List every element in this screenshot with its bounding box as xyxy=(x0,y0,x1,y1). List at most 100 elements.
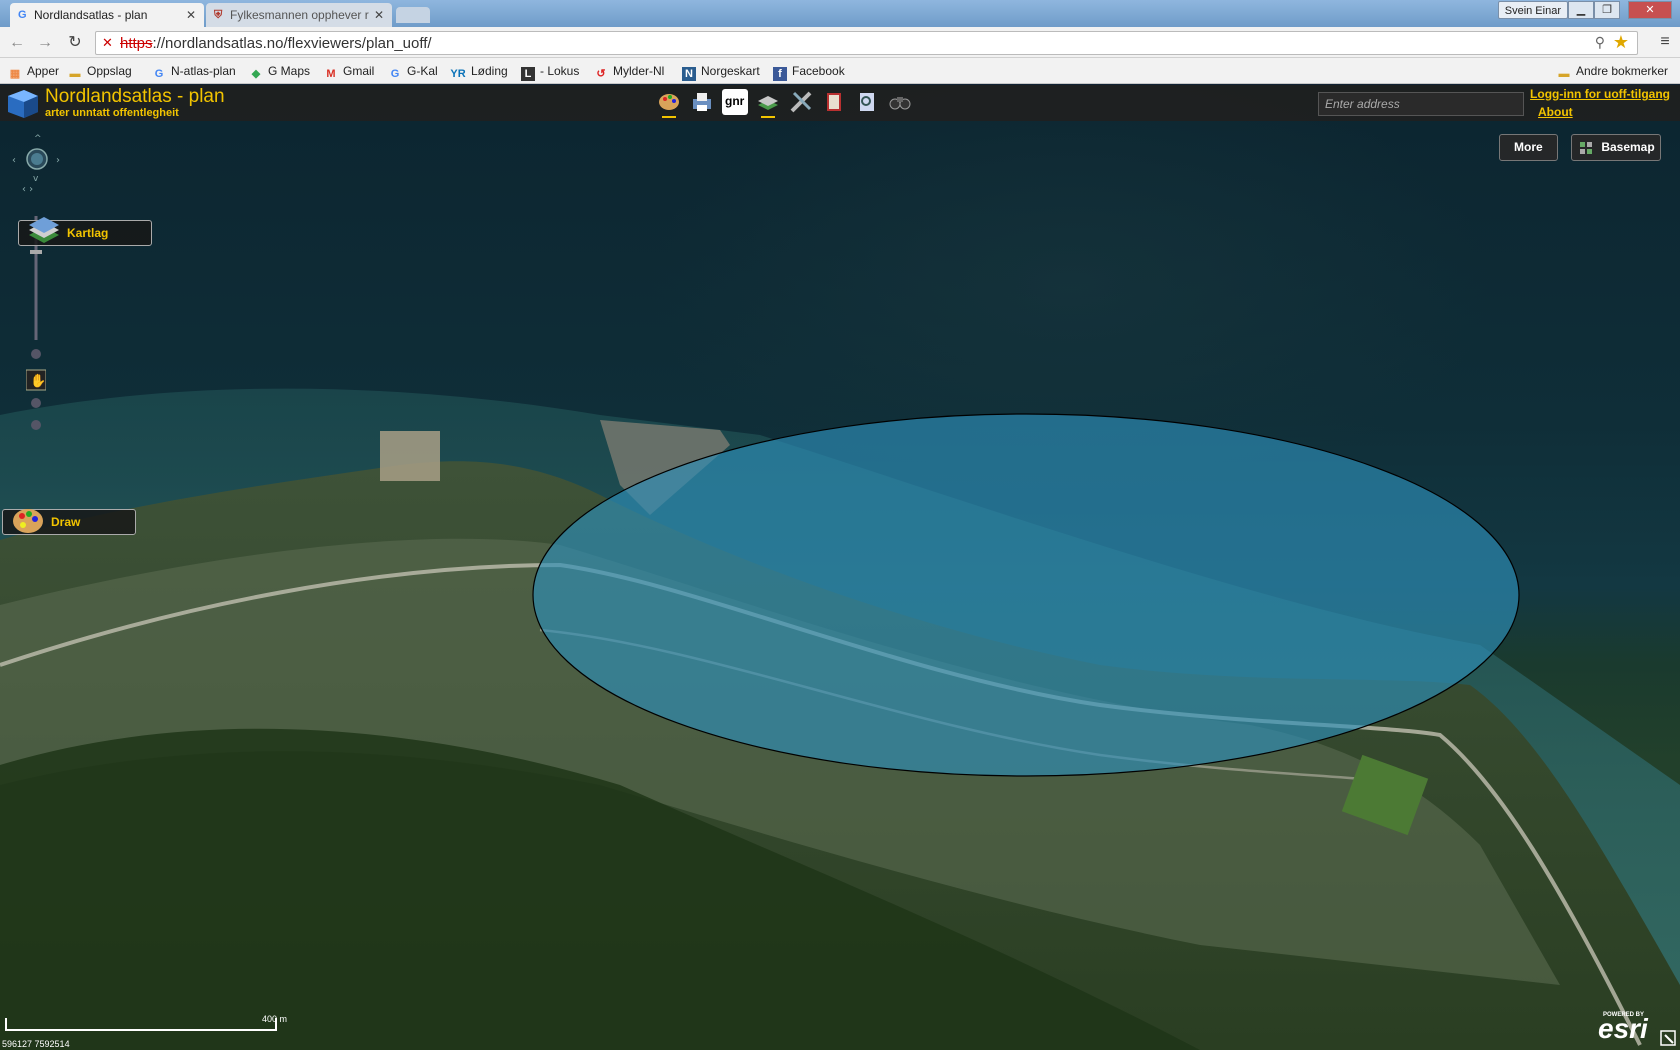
basemap-label: Basemap xyxy=(1601,140,1655,154)
url-path: ://nordlandsatlas.no/flexviewers/plan_uo… xyxy=(152,35,432,52)
zoom-handle[interactable] xyxy=(30,250,42,254)
close-window-button[interactable]: ✕ xyxy=(1628,1,1672,19)
draw-widget-button[interactable]: Draw xyxy=(2,509,136,535)
more-button[interactable]: More xyxy=(1499,134,1558,161)
zoom-out-tool-icon[interactable] xyxy=(31,420,41,430)
kartlag-label: Kartlag xyxy=(67,226,109,240)
gnr-icon[interactable]: gnr xyxy=(722,89,748,115)
close-tab-icon[interactable]: ✕ xyxy=(374,3,384,27)
svg-text:›: › xyxy=(56,155,60,166)
zoom-in-tool-icon[interactable] xyxy=(31,398,41,408)
scale-bar xyxy=(5,1018,277,1031)
maps-icon: ◆ xyxy=(251,68,261,80)
bookmark-label: Oppslag xyxy=(87,64,132,78)
search-icon[interactable]: ⚲ xyxy=(1595,34,1605,51)
gnr-label: gnr xyxy=(725,94,745,108)
bookmark-label: G Maps xyxy=(268,64,311,78)
svg-text:‹: ‹ xyxy=(12,155,16,166)
svg-text:^: ^ xyxy=(34,134,42,144)
bookmark-label: Norgeskart xyxy=(701,64,760,78)
about-link[interactable]: About xyxy=(1538,105,1670,119)
address-bar[interactable]: ✕ https://nordlandsatlas.no/flexviewers/… xyxy=(95,31,1638,55)
tab-fylkesmannen[interactable]: ⛨ Fylkesmannen opphever r ✕ xyxy=(206,3,392,27)
mylder-icon: ↺ xyxy=(596,68,606,80)
url-scheme: https xyxy=(120,35,153,52)
bookmark-star-icon[interactable]: ★ xyxy=(1613,32,1629,53)
facebook-icon: f xyxy=(773,67,787,81)
print-icon[interactable] xyxy=(689,89,715,115)
app-header: Nordlandsatlas - plan arter unntatt offe… xyxy=(0,85,1680,121)
kartlag-widget-button[interactable]: Kartlag xyxy=(18,217,152,246)
drawn-ellipse-overlay[interactable] xyxy=(532,413,1520,777)
bookmark-label: - Lokus xyxy=(540,64,580,78)
search-doc-icon[interactable] xyxy=(854,89,880,115)
bookmark-mylder[interactable]: ↺ Mylder-Nl xyxy=(594,62,664,80)
bookmark-label: N-atlas-plan xyxy=(171,64,236,78)
forward-icon[interactable]: → xyxy=(34,32,56,54)
esri-logo: esri xyxy=(1598,1013,1648,1044)
map-canvas[interactable] xyxy=(0,85,1680,1050)
basemap-grid-icon xyxy=(1580,142,1592,154)
bookmark-norgeskart[interactable]: N Norgeskart xyxy=(682,62,760,81)
layers-icon[interactable] xyxy=(755,89,781,118)
svg-text:✋: ✋ xyxy=(30,373,46,389)
binoculars-icon[interactable] xyxy=(887,89,913,115)
address-search-input[interactable] xyxy=(1318,92,1524,116)
bookmark-label: Gmail xyxy=(343,64,375,78)
bookmark-label: Mylder-Nl xyxy=(613,64,665,78)
bookmark-gmail[interactable]: M Gmail xyxy=(324,62,374,80)
layers-icon xyxy=(29,217,59,243)
bookmark-g-kal[interactable]: G G-Kal xyxy=(388,62,438,80)
browser-menu-icon[interactable]: ≡ xyxy=(1656,33,1674,51)
zoom-out-icon[interactable] xyxy=(31,349,41,359)
bookmark-loding[interactable]: YR Løding xyxy=(450,62,508,80)
lokus-icon: L xyxy=(521,67,535,81)
quarry xyxy=(380,431,440,481)
back-icon[interactable]: ← xyxy=(6,32,28,54)
resize-grip-icon[interactable] xyxy=(1660,1030,1676,1046)
bookmark-label: G-Kal xyxy=(407,64,438,78)
gmail-icon: M xyxy=(326,68,336,80)
shield-icon: ⛨ xyxy=(214,9,223,21)
scale-label: 400 m xyxy=(262,1014,288,1024)
palette-icon xyxy=(13,509,43,533)
app-subtitle: arter unntatt offentlegheit xyxy=(45,107,179,119)
bookmark-lokus[interactable]: L - Lokus xyxy=(521,62,580,81)
yr-icon: YR xyxy=(450,68,466,80)
url-text: https://nordlandsatlas.no/flexviewers/pl… xyxy=(120,35,432,52)
bookmark-apper[interactable]: ▦ Apper xyxy=(8,62,59,80)
measure-icon[interactable] xyxy=(788,89,814,115)
insecure-lock-icon[interactable]: ✕ xyxy=(102,35,113,51)
bookmarks-bar: ▦ Apper ▬ Oppslag G N-atlas-plan ◆ G Maps MG… xyxy=(0,58,1680,84)
google-g-icon: G xyxy=(390,68,400,80)
maximize-button[interactable]: ❐ xyxy=(1594,1,1620,19)
browser-title-bar: G Nordlandsatlas - plan ✕ ⛨ Fylkesmannen… xyxy=(0,0,1680,27)
book-icon[interactable] xyxy=(821,89,847,115)
minimize-button[interactable]: ▁ xyxy=(1568,1,1594,19)
profile-button[interactable]: Svein Einar xyxy=(1497,1,1568,19)
bookmark-label: Apper xyxy=(27,64,60,78)
tab-title: Nordlandsatlas - plan xyxy=(34,8,148,22)
close-tab-icon[interactable]: ✕ xyxy=(186,3,196,27)
new-tab-button[interactable] xyxy=(396,7,430,23)
login-link[interactable]: Logg-inn for uoff-tilgang xyxy=(1530,87,1670,101)
bookmark-n-atlas-plan[interactable]: G N-atlas-plan xyxy=(152,62,236,80)
bookmark-g-maps[interactable]: ◆ G Maps xyxy=(249,62,310,80)
other-bookmarks[interactable]: ▬ Andre bokmerker xyxy=(1557,62,1669,80)
aerial-imagery xyxy=(0,388,1680,1050)
bookmark-label: Løding xyxy=(471,64,508,78)
basemap-button[interactable]: Basemap xyxy=(1571,134,1661,161)
bookmark-facebook[interactable]: f Facebook xyxy=(773,62,845,81)
pan-control[interactable]: ^ ‹ › v ‹ › xyxy=(10,133,64,193)
tab-nordlandsatlas[interactable]: G Nordlandsatlas - plan ✕ xyxy=(10,3,204,27)
bookmark-oppslag[interactable]: ▬ Oppslag xyxy=(68,62,132,80)
folder-icon: ▬ xyxy=(69,68,81,80)
google-g-icon: G xyxy=(18,9,27,21)
tab-title: Fylkesmannen opphever r xyxy=(230,8,369,22)
bookmark-label: Facebook xyxy=(792,64,845,78)
palette-icon[interactable] xyxy=(656,89,682,118)
reload-icon[interactable]: ↻ xyxy=(64,32,86,54)
browser-toolbar: ← → ↻ ✕ https://nordlandsatlas.no/flexvi… xyxy=(0,27,1680,58)
folder-icon: ▬ xyxy=(1558,68,1570,80)
svg-text:‹ ›: ‹ › xyxy=(22,184,33,193)
